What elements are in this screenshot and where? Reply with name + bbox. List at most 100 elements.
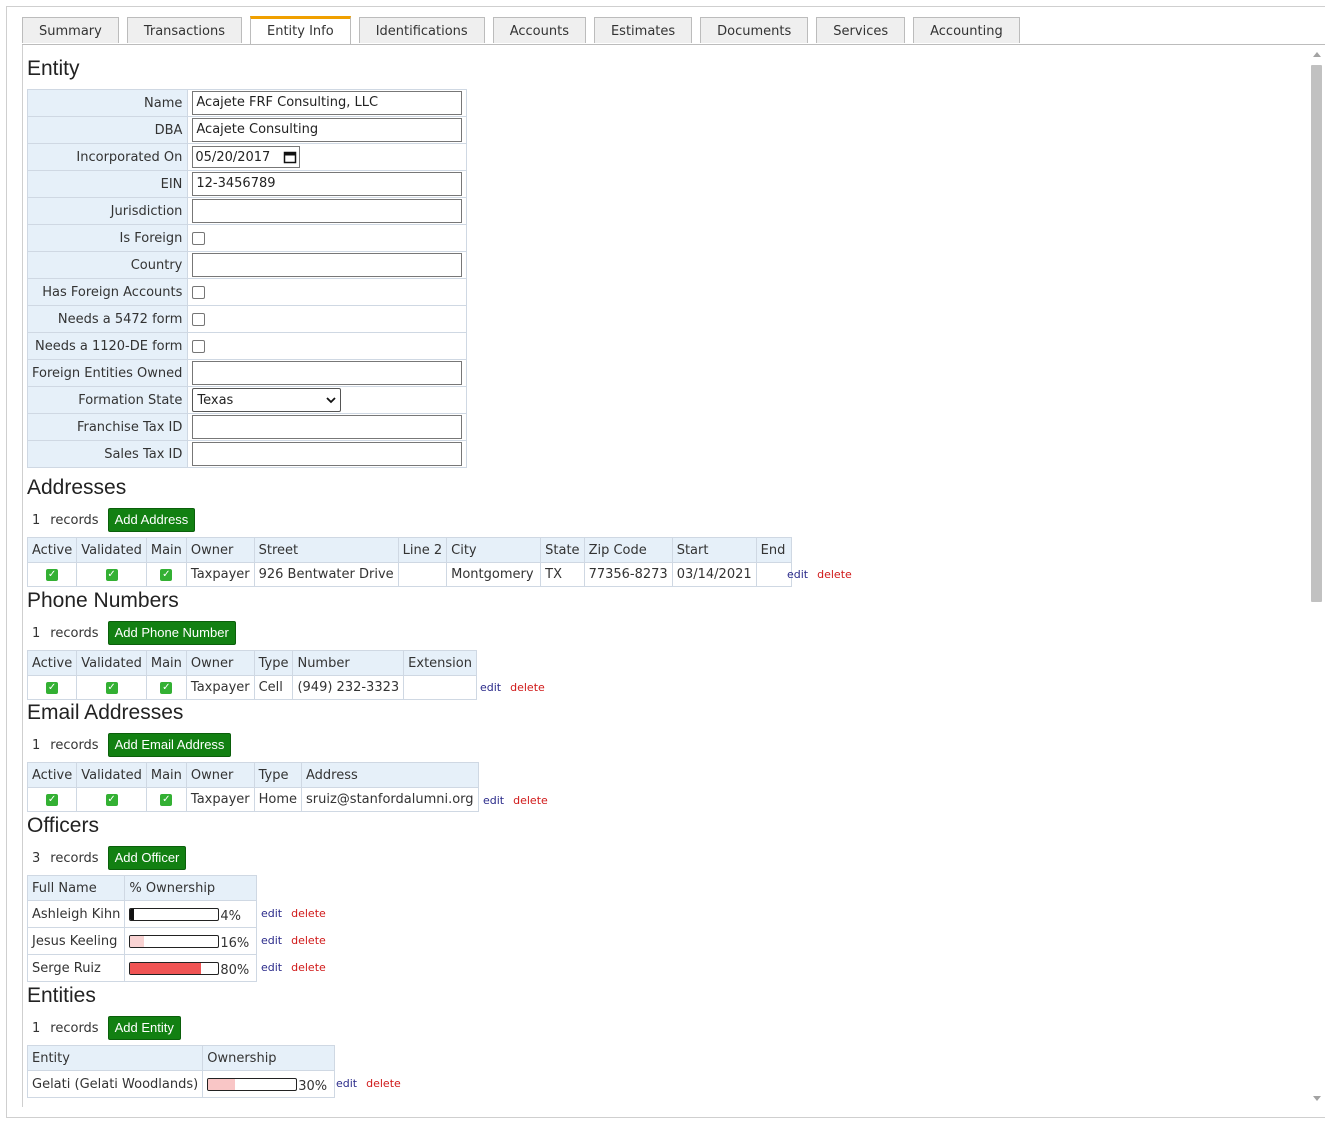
add-entity-button[interactable]: Add Entity bbox=[107, 1016, 181, 1040]
needs-1120-checkbox[interactable] bbox=[192, 339, 206, 353]
delete-link[interactable]: delete bbox=[291, 961, 326, 974]
type-cell: Cell bbox=[253, 675, 294, 700]
country-label: Country bbox=[26, 251, 189, 279]
delete-link[interactable]: delete bbox=[817, 568, 852, 581]
calendar-icon[interactable] bbox=[283, 150, 297, 164]
column-header[interactable]: Full Name bbox=[26, 875, 126, 901]
column-header[interactable]: Owner bbox=[185, 537, 255, 563]
column-header[interactable]: Start bbox=[671, 537, 757, 563]
delete-link[interactable]: delete bbox=[366, 1077, 401, 1090]
column-header[interactable]: Line 2 bbox=[397, 537, 448, 563]
tab-identifications[interactable]: Identifications bbox=[358, 17, 485, 43]
tab-accounts[interactable]: Accounts bbox=[492, 17, 586, 43]
column-header[interactable]: Zip Code bbox=[583, 537, 673, 563]
entities-count: 1 bbox=[32, 1020, 41, 1036]
edit-link[interactable]: edit bbox=[261, 961, 282, 974]
column-header[interactable]: Active bbox=[26, 537, 78, 563]
ownership-progress-bar bbox=[129, 934, 220, 948]
officer-row-actions: edit delete bbox=[261, 907, 326, 920]
column-header[interactable]: End bbox=[755, 537, 792, 563]
ownership-progress-bar bbox=[129, 907, 220, 921]
edit-link[interactable]: edit bbox=[480, 681, 501, 694]
scroll-up-arrow-icon[interactable] bbox=[1313, 52, 1321, 57]
vertical-scrollbar[interactable] bbox=[1308, 45, 1322, 1107]
column-header[interactable]: Type bbox=[253, 762, 303, 788]
foreign-entities-input[interactable] bbox=[192, 361, 463, 385]
edit-link[interactable]: edit bbox=[336, 1077, 357, 1090]
tab-transactions[interactable]: Transactions bbox=[126, 17, 242, 43]
owner-cell: Taxpayer bbox=[185, 675, 255, 700]
table-row: Ashleigh Kihn 4% bbox=[26, 900, 258, 928]
main-check-icon: ✓ bbox=[160, 681, 173, 694]
column-header[interactable]: Street bbox=[253, 537, 399, 563]
records-label: records bbox=[50, 512, 99, 528]
column-header[interactable]: Number bbox=[292, 650, 405, 676]
officers-record-bar: 3 records Add Officer bbox=[27, 846, 187, 870]
form-row-jurisdiction: Jurisdiction bbox=[26, 197, 468, 225]
country-input[interactable] bbox=[192, 253, 463, 277]
column-header[interactable]: Ownership bbox=[202, 1045, 336, 1071]
franchise-tax-input[interactable] bbox=[192, 415, 463, 439]
entity-row-actions: edit delete bbox=[336, 1077, 401, 1090]
scroll-down-arrow-icon[interactable] bbox=[1313, 1096, 1321, 1101]
delete-link[interactable]: delete bbox=[291, 934, 326, 947]
tab-accounting[interactable]: Accounting bbox=[913, 17, 1020, 43]
column-header[interactable]: Address bbox=[301, 762, 479, 788]
entity-name-cell: Gelati (Gelati Woodlands) bbox=[26, 1070, 204, 1098]
column-header[interactable]: Active bbox=[26, 762, 78, 788]
tab-summary[interactable]: Summary bbox=[22, 17, 119, 43]
incorporated-label: Incorporated On bbox=[26, 143, 189, 171]
column-header[interactable]: State bbox=[540, 537, 585, 563]
name-label: Name bbox=[26, 89, 189, 117]
is-foreign-checkbox[interactable] bbox=[192, 231, 206, 245]
form-row-ein: EIN 12-3456789 bbox=[26, 170, 468, 198]
column-header[interactable]: % Ownership bbox=[124, 875, 258, 901]
ein-input[interactable]: 12-3456789 bbox=[192, 172, 463, 196]
section-title-addresses: Addresses bbox=[27, 476, 127, 499]
formation-state-select[interactable]: Texas bbox=[192, 388, 342, 412]
formation-state-label: Formation State bbox=[26, 386, 189, 414]
table-header-row: Active Validated Main Owner Street Line … bbox=[26, 537, 792, 563]
add-address-button[interactable]: Add Address bbox=[107, 508, 196, 532]
column-header[interactable]: Main bbox=[145, 762, 187, 788]
edit-link[interactable]: edit bbox=[261, 934, 282, 947]
column-header[interactable]: City bbox=[446, 537, 542, 563]
jurisdiction-input[interactable] bbox=[192, 199, 463, 223]
column-header[interactable]: Validated bbox=[76, 762, 147, 788]
add-phone-number-button[interactable]: Add Phone Number bbox=[107, 621, 236, 645]
tab-estimates[interactable]: Estimates bbox=[593, 17, 693, 43]
phones-record-bar: 1 records Add Phone Number bbox=[27, 621, 236, 645]
table-header-row: Full Name % Ownership bbox=[26, 875, 258, 901]
delete-link[interactable]: delete bbox=[291, 907, 326, 920]
scrollbar-thumb[interactable] bbox=[1311, 65, 1322, 602]
name-input[interactable]: Acajete FRF Consulting, LLC bbox=[192, 91, 463, 115]
tab-documents[interactable]: Documents bbox=[700, 17, 809, 43]
table-header-row: Active Validated Main Owner Type Address bbox=[26, 762, 479, 788]
tab-entity-info[interactable]: Entity Info bbox=[249, 16, 351, 45]
column-header[interactable]: Main bbox=[145, 537, 187, 563]
sales-tax-input[interactable] bbox=[192, 442, 463, 466]
column-header[interactable]: Owner bbox=[185, 650, 255, 676]
needs-5472-checkbox[interactable] bbox=[192, 312, 206, 326]
table-row: Jesus Keeling 16% bbox=[26, 927, 258, 955]
delete-link[interactable]: delete bbox=[510, 681, 545, 694]
incorporated-date-input[interactable]: 05/20/2017 bbox=[192, 146, 301, 168]
has-foreign-accounts-checkbox[interactable] bbox=[192, 285, 206, 299]
tab-services[interactable]: Services bbox=[816, 17, 906, 43]
dba-input[interactable]: Acajete Consulting bbox=[192, 118, 463, 142]
section-title-email-addresses: Email Addresses bbox=[27, 701, 184, 724]
column-header[interactable]: Entity bbox=[26, 1045, 204, 1071]
column-header[interactable]: Owner bbox=[185, 762, 255, 788]
column-header[interactable]: Type bbox=[253, 650, 294, 676]
column-header[interactable]: Active bbox=[26, 650, 78, 676]
column-header[interactable]: Validated bbox=[76, 650, 147, 676]
column-header[interactable]: Validated bbox=[76, 537, 147, 563]
delete-link[interactable]: delete bbox=[513, 794, 548, 807]
column-header[interactable]: Main bbox=[145, 650, 187, 676]
edit-link[interactable]: edit bbox=[483, 794, 504, 807]
add-officer-button[interactable]: Add Officer bbox=[107, 846, 187, 870]
column-header[interactable]: Extension bbox=[403, 650, 477, 676]
edit-link[interactable]: edit bbox=[787, 568, 808, 581]
edit-link[interactable]: edit bbox=[261, 907, 282, 920]
add-email-address-button[interactable]: Add Email Address bbox=[107, 733, 232, 757]
